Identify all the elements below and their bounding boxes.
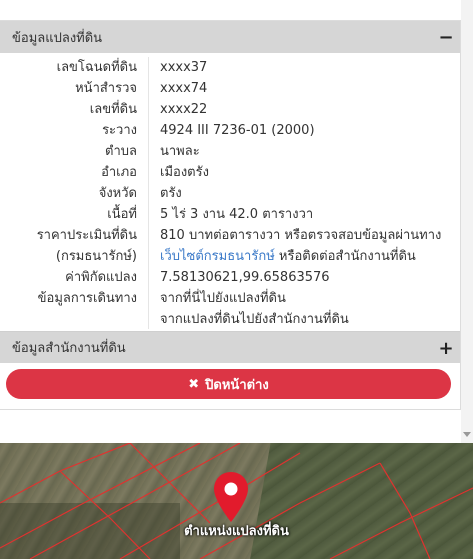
row-label: ระวาง	[102, 123, 137, 138]
office-info-header-title: ข้อมูลสำนักงานที่ดิน	[12, 341, 126, 356]
row-label: ตำบล	[105, 144, 137, 159]
treasury-website-link[interactable]: เว็บไซต์กรมธนารักษ์	[160, 249, 275, 264]
row-value: xxxx74	[160, 81, 208, 96]
collapse-icon[interactable]: −	[438, 21, 454, 53]
close-window-button[interactable]: ✖ ปิดหน้าต่าง	[6, 369, 451, 399]
coordinates-link[interactable]: 7.58130621,99.65863576	[160, 267, 330, 288]
row-value: นาพละ	[160, 144, 200, 159]
row-label: ข้อมูลการเดินทาง	[37, 291, 137, 306]
row-label: เนื้อที่	[107, 207, 137, 222]
row-treasury-dept: (กรมธนารักษ์) เว็บไซต์กรมธนารักษ์ หรือติ…	[0, 246, 460, 267]
row-map-sheet: ระวาง 4924 III 7236-01 (2000)	[0, 120, 460, 141]
row-label: เลขที่ดิน	[89, 102, 137, 117]
land-info-header[interactable]: ข้อมูลแปลงที่ดิน −	[0, 21, 460, 53]
row-label: (กรมธนารักษ์)	[55, 249, 137, 264]
row-district: อำเภอ เมืองตรัง	[0, 162, 460, 183]
location-pin-icon[interactable]	[212, 470, 250, 524]
row-subdistrict: ตำบล นาพละ	[0, 141, 460, 162]
scrollbar[interactable]	[461, 0, 473, 443]
directions-to-office-link[interactable]: จากแปลงที่ดินไปยังสำนักงานที่ดิน	[160, 309, 349, 330]
land-info-rows: เลขโฉนดที่ดิน xxxx37 หน้าสำรวจ xxxx74 เล…	[0, 57, 460, 330]
close-icon: ✖	[188, 376, 200, 392]
contact-land-office-text: หรือติดต่อสำนักงานที่ดิน	[274, 249, 416, 264]
row-title-deed: เลขโฉนดที่ดิน xxxx37	[0, 57, 460, 78]
row-value: เมืองตรัง	[160, 165, 209, 180]
parcel-location-label: ตำแหน่งแปลงที่ดิน	[184, 524, 289, 539]
row-value: 810 บาทต่อตารางวา หรือตรวจสอบข้อมูลผ่านท…	[160, 228, 442, 243]
row-value: 5 ไร่ 3 งาน 42.0 ตารางวา	[160, 207, 314, 222]
row-label: ค่าพิกัดแปลง	[65, 270, 137, 285]
office-info-header[interactable]: ข้อมูลสำนักงานที่ดิน +	[0, 331, 460, 363]
row-directions: ข้อมูลการเดินทาง จากที่นี่ไปยังแปลงที่ดิ…	[0, 288, 460, 309]
land-info-card: ข้อมูลแปลงที่ดิน − เลขโฉนดที่ดิน xxxx37 …	[0, 20, 461, 410]
row-area: เนื้อที่ 5 ไร่ 3 งาน 42.0 ตารางวา	[0, 204, 460, 225]
land-info-header-title: ข้อมูลแปลงที่ดิน	[12, 30, 103, 46]
row-value: xxxx22	[160, 102, 208, 117]
close-window-label: ปิดหน้าต่าง	[205, 377, 269, 393]
scroll-down-icon[interactable]	[463, 432, 471, 437]
row-value: เว็บไซต์กรมธนารักษ์ หรือติดต่อสำนักงานที…	[160, 246, 416, 267]
row-coordinates: ค่าพิกัดแปลง 7.58130621,99.65863576	[0, 267, 460, 288]
directions-to-parcel-link[interactable]: จากที่นี่ไปยังแปลงที่ดิน	[160, 288, 286, 309]
row-value: 4924 III 7236-01 (2000)	[160, 123, 315, 138]
row-province: จังหวัด ตรัง	[0, 183, 460, 204]
row-survey-page: หน้าสำรวจ xxxx74	[0, 78, 460, 99]
row-value: ตรัง	[160, 186, 182, 201]
row-label: เลขโฉนดที่ดิน	[56, 60, 137, 75]
row-label: หน้าสำรวจ	[75, 81, 137, 96]
row-land-number: เลขที่ดิน xxxx22	[0, 99, 460, 120]
row-label: อำเภอ	[101, 165, 137, 180]
row-directions-office: จากแปลงที่ดินไปยังสำนักงานที่ดิน	[0, 309, 460, 330]
row-appraisal-price: ราคาประเมินที่ดิน 810 บาทต่อตารางวา หรือ…	[0, 225, 460, 246]
expand-icon[interactable]: +	[438, 332, 454, 364]
land-info-panel: ข้อมูลแปลงที่ดิน − เลขโฉนดที่ดิน xxxx37 …	[0, 0, 473, 443]
row-label: จังหวัด	[98, 186, 137, 201]
row-value: xxxx37	[160, 60, 208, 75]
row-label: ราคาประเมินที่ดิน	[36, 228, 137, 243]
